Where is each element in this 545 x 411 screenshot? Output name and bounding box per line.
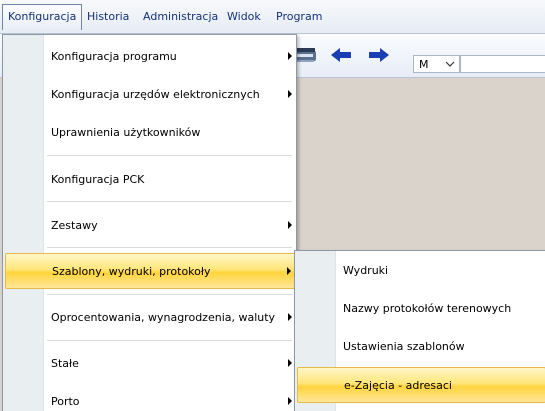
menu-item-konfiguracja-pck[interactable]: Konfiguracja PCK bbox=[5, 162, 296, 198]
menu-widok[interactable]: Widok bbox=[222, 4, 266, 30]
menu-program[interactable]: Program bbox=[271, 4, 327, 30]
menu-konfiguracja[interactable]: Konfiguracja bbox=[2, 4, 83, 30]
submenu-arrow-icon bbox=[288, 397, 292, 405]
menu-item-zestawy[interactable]: Zestawy bbox=[5, 208, 296, 244]
menu-item-label: Konfiguracja PCK bbox=[51, 173, 145, 186]
menu-separator bbox=[47, 201, 292, 202]
menu-separator bbox=[47, 247, 292, 248]
menu-item-konfiguracja-urzedow[interactable]: Konfiguracja urzędów elektronicznych bbox=[5, 77, 296, 113]
submenu-item-nazwy-protokolow[interactable]: Nazwy protokołów terenowych bbox=[297, 291, 545, 327]
menu-administracja[interactable]: Administracja bbox=[138, 4, 223, 30]
menu-item-label: Nazwy protokołów terenowych bbox=[343, 302, 512, 315]
menu-item-szablony[interactable]: Szablony, wydruki, protokoły bbox=[5, 253, 296, 289]
submenu-arrow-icon bbox=[288, 359, 292, 367]
menu-item-label: Porto bbox=[51, 395, 80, 408]
combo-value: M bbox=[419, 58, 429, 71]
submenu-item-ustawienia-szablonow[interactable]: Ustawienia szablonów bbox=[297, 329, 545, 365]
menu-item-label: Konfiguracja urzędów elektronicznych bbox=[51, 88, 260, 101]
submenu-arrow-icon bbox=[288, 221, 292, 229]
menu-item-label: e-Zajęcia - adresaci bbox=[344, 379, 452, 392]
menu-item-oprocentowania[interactable]: Oprocentowania, wynagrodzenia, waluty bbox=[5, 300, 296, 336]
submenu-item-e-zajecia[interactable]: e-Zajęcia - adresaci bbox=[297, 367, 545, 403]
submenu-arrow-icon bbox=[288, 313, 292, 321]
submenu-arrow-icon bbox=[288, 52, 292, 60]
chevron-down-icon bbox=[444, 57, 456, 71]
menu-item-label: Stałe bbox=[51, 357, 79, 370]
menu-item-label: Wydruki bbox=[343, 264, 389, 277]
menu-item-label: Zestawy bbox=[51, 219, 98, 232]
arrow-right-icon[interactable] bbox=[366, 45, 392, 65]
menu-item-label: Szablony, wydruki, protokoły bbox=[52, 265, 211, 278]
search-input[interactable] bbox=[460, 55, 545, 73]
menu-item-uprawnienia[interactable]: Uprawnienia użytkowników bbox=[5, 115, 296, 151]
szablony-submenu: Wydruki Nazwy protokołów terenowych Usta… bbox=[294, 250, 545, 411]
arrow-left-icon[interactable] bbox=[328, 45, 354, 65]
type-combo[interactable]: M bbox=[413, 55, 460, 73]
menu-historia[interactable]: Historia bbox=[82, 4, 134, 30]
menu-item-label: Konfiguracja programu bbox=[51, 50, 177, 63]
menu-item-label: Oprocentowania, wynagrodzenia, waluty bbox=[51, 311, 276, 324]
submenu-arrow-icon bbox=[287, 267, 291, 275]
menu-item-stale[interactable]: Stałe bbox=[5, 346, 296, 382]
menu-separator bbox=[47, 155, 292, 156]
submenu-arrow-icon bbox=[288, 90, 292, 98]
menu-item-label: Ustawienia szablonów bbox=[343, 340, 465, 353]
submenu-item-wydruki[interactable]: Wydruki bbox=[297, 253, 545, 289]
menu-separator bbox=[47, 294, 292, 295]
menubar: Konfiguracja Historia Administracja Wido… bbox=[0, 0, 545, 34]
menu-separator bbox=[47, 340, 292, 341]
menu-item-konfiguracja-programu[interactable]: Konfiguracja programu bbox=[5, 39, 296, 75]
konfiguracja-menu: Konfiguracja programu Konfiguracja urzęd… bbox=[2, 34, 297, 411]
menu-item-label: Uprawnienia użytkowników bbox=[51, 126, 201, 139]
menu-item-porto[interactable]: Porto bbox=[5, 384, 296, 411]
